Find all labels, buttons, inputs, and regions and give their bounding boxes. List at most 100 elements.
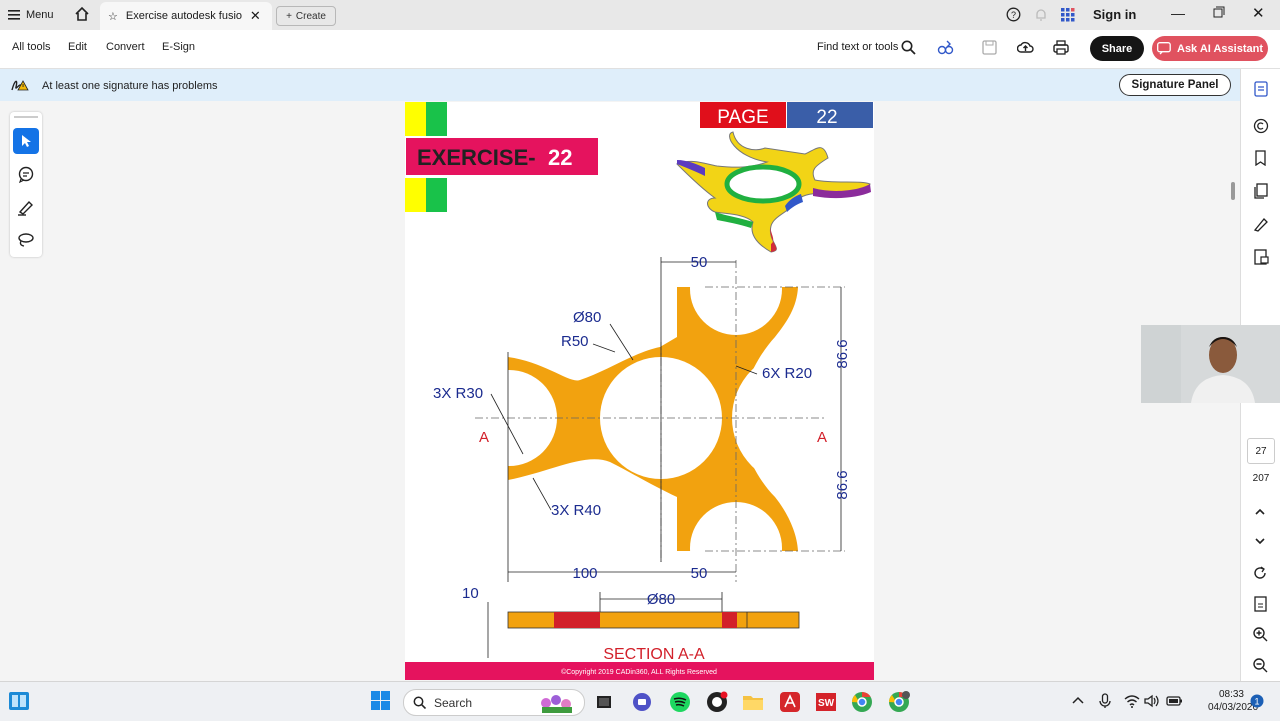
create-button[interactable]: + Create — [276, 6, 336, 26]
obs-icon[interactable] — [705, 690, 729, 714]
page-settings-icon[interactable] — [1253, 596, 1268, 612]
find-text-button[interactable]: Find text or tools — [817, 41, 898, 53]
convert-menu[interactable]: Convert — [106, 41, 145, 53]
dim-100: 100 — [572, 565, 597, 582]
edit-menu[interactable]: Edit — [68, 41, 87, 53]
print-icon[interactable] — [1053, 40, 1069, 55]
title-bar: Menu ☆ Exercise autodesk fusion.. ✕ + Cr… — [0, 0, 1280, 30]
protect-icon[interactable] — [1253, 249, 1269, 265]
search-icon[interactable] — [901, 40, 916, 55]
zoom-in-icon[interactable] — [1253, 627, 1268, 642]
bookmark-icon[interactable] — [1253, 150, 1269, 166]
dim-3x-r30: 3X R30 — [433, 385, 483, 402]
all-tools-menu[interactable]: All tools — [12, 41, 51, 53]
dim-section-dia-80: Ø80 — [647, 591, 675, 608]
comment-icon[interactable] — [17, 166, 35, 184]
system-clock[interactable]: 08:33 04/03/2026 — [1208, 688, 1258, 714]
bell-icon[interactable] — [1034, 7, 1048, 22]
chat-app-icon[interactable] — [630, 690, 654, 714]
dim-3x-r40: 3X R40 — [551, 502, 601, 519]
signature-warning-text: At least one signature has problems — [42, 80, 218, 92]
ask-ai-label: Ask AI Assistant — [1177, 42, 1263, 55]
plus-icon: + — [286, 10, 292, 22]
pdf-page: EXERCISE- 22 PAGE 22 50 Ø80 R50 3X R30 6… — [405, 102, 874, 680]
webcam-person-image — [1141, 325, 1280, 403]
green-bar-top — [426, 102, 447, 136]
solidworks-icon[interactable]: SW — [814, 690, 838, 714]
part-3d-preview — [676, 131, 871, 253]
highlight-pen-icon[interactable] — [17, 198, 35, 216]
exercise-word: EXERCISE- — [417, 145, 536, 170]
notification-badge-icon[interactable]: 1 — [1250, 694, 1264, 708]
dim-r50: R50 — [561, 333, 589, 350]
document-tab[interactable]: ☆ Exercise autodesk fusion.. ✕ — [100, 2, 272, 30]
zoom-out-icon[interactable] — [1253, 658, 1268, 673]
select-tool-button[interactable] — [13, 128, 39, 154]
windows-start-icon[interactable] — [371, 691, 391, 711]
dim-10: 10 — [462, 585, 479, 602]
rotate-icon[interactable] — [1253, 566, 1268, 581]
widgets-icon[interactable] — [8, 690, 30, 712]
compare-icon[interactable] — [937, 39, 954, 56]
page-number: 22 — [816, 107, 837, 128]
dim-6x-r20: 6X R20 — [762, 365, 812, 382]
exercise-drawing: EXERCISE- 22 PAGE 22 50 Ø80 R50 3X R30 6… — [405, 102, 874, 680]
cloud-upload-icon[interactable] — [1017, 40, 1034, 55]
dim-dia-80: Ø80 — [573, 309, 601, 326]
ask-ai-button[interactable]: Ask AI Assistant — [1152, 36, 1268, 61]
pages-icon[interactable] — [1253, 183, 1269, 199]
save-icon[interactable] — [982, 40, 997, 55]
star-icon[interactable]: ☆ — [108, 10, 118, 23]
lasso-draw-icon[interactable] — [17, 232, 35, 248]
menu-label: Menu — [26, 9, 54, 21]
show-hidden-icons-chevron[interactable] — [1072, 695, 1084, 705]
yellow-bar-top — [405, 102, 426, 136]
help-icon[interactable]: ? — [1006, 7, 1021, 22]
flowers-search-highlight-icon — [541, 694, 572, 713]
taskbar-search[interactable]: Search — [403, 689, 585, 716]
task-view-icon[interactable] — [592, 690, 616, 714]
chrome-profile-1-icon[interactable] — [850, 690, 874, 714]
total-pages: 207 — [1252, 473, 1270, 484]
section-view — [507, 611, 800, 629]
windows-taskbar: Search SW 08:33 04/03/2026 1 — [0, 681, 1280, 721]
dim-top-50: 50 — [691, 254, 708, 271]
search-icon — [413, 696, 426, 709]
close-tab-icon[interactable]: ✕ — [250, 8, 261, 24]
document-tools-icon[interactable] — [1253, 81, 1269, 97]
battery-icon[interactable] — [1166, 694, 1184, 708]
acrobat-icon[interactable] — [778, 690, 802, 714]
sign-in-link[interactable]: Sign in — [1093, 7, 1136, 22]
spotify-icon[interactable] — [668, 690, 692, 714]
main-toolbar: All tools Edit Convert E-Sign Find text … — [0, 30, 1280, 69]
dim-86-top: 86.6 — [834, 339, 851, 368]
chrome-profile-2-icon[interactable] — [887, 690, 911, 714]
previous-page-icon[interactable] — [1253, 505, 1267, 519]
current-page-input[interactable]: 27 — [1247, 438, 1275, 464]
sign-pen-icon[interactable] — [1253, 216, 1269, 232]
scrollbar-thumb[interactable] — [1231, 182, 1235, 200]
minimize-icon[interactable]: — — [1171, 5, 1185, 21]
wifi-icon[interactable] — [1124, 694, 1140, 708]
maximize-icon[interactable] — [1213, 6, 1225, 18]
green-bar-bottom — [426, 178, 447, 212]
apps-grid-icon[interactable] — [1061, 8, 1075, 22]
exercise-number: 22 — [548, 145, 572, 170]
signature-warning-icon — [11, 80, 29, 91]
microphone-icon[interactable] — [1099, 693, 1111, 709]
menu-button[interactable]: Menu — [8, 6, 54, 24]
signature-panel-button[interactable]: Signature Panel — [1119, 74, 1231, 96]
signature-warning-bar: At least one signature has problems Sign… — [0, 69, 1240, 101]
section-a-left: A — [479, 429, 489, 446]
esign-menu[interactable]: E-Sign — [162, 41, 195, 53]
section-a-right: A — [817, 429, 827, 446]
rail-grip — [14, 116, 38, 118]
next-page-icon[interactable] — [1253, 534, 1267, 548]
file-explorer-icon[interactable] — [741, 690, 765, 714]
dim-bottom-50: 50 — [691, 565, 708, 582]
close-window-icon[interactable]: ✕ — [1252, 4, 1265, 22]
volume-icon[interactable] — [1144, 694, 1160, 708]
home-icon[interactable] — [74, 6, 90, 22]
share-button[interactable]: Share — [1090, 36, 1144, 61]
comments-panel-icon[interactable] — [1253, 118, 1269, 134]
